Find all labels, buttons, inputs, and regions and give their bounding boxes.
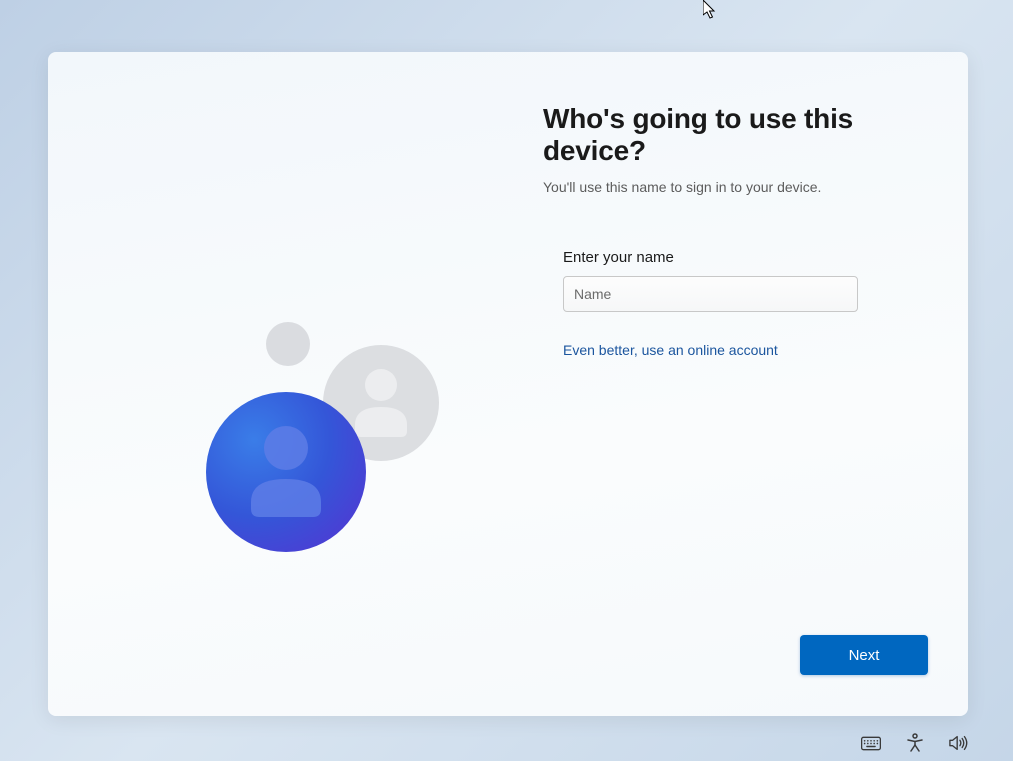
cursor-icon (703, 0, 719, 25)
page-subtitle: You'll use this name to sign in to your … (543, 179, 928, 195)
name-input[interactable] (563, 276, 858, 312)
taskbar (861, 733, 969, 753)
accessibility-icon[interactable] (905, 733, 925, 753)
user-illustration-icon (203, 317, 443, 557)
form-panel: Who's going to use this device? You'll u… (543, 52, 968, 716)
illustration-panel (48, 52, 543, 716)
page-title: Who's going to use this device? (543, 103, 928, 167)
setup-card: Who's going to use this device? You'll u… (48, 52, 968, 716)
online-account-link[interactable]: Even better, use an online account (563, 342, 778, 358)
next-button[interactable]: Next (800, 635, 928, 675)
keyboard-icon[interactable] (861, 733, 881, 753)
volume-icon[interactable] (949, 733, 969, 753)
name-label: Enter your name (563, 249, 928, 266)
